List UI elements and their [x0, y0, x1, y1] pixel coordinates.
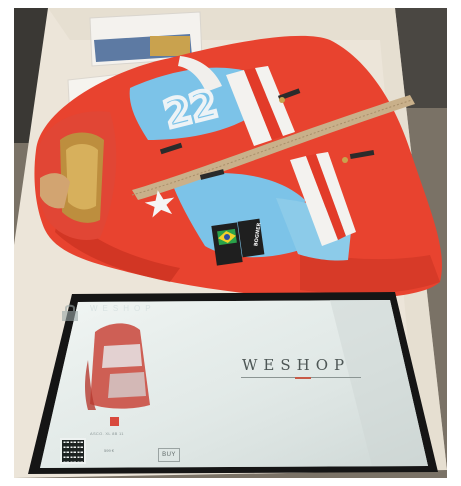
qr-code: [60, 438, 86, 464]
color-swatch[interactable]: [110, 417, 119, 426]
logo-accent-mark: [295, 377, 311, 379]
tablet-app-screen: WESHOP WESHOP ASCO. XL 8B 11 599 € BUY: [60, 304, 428, 466]
app-logo: WESHOP: [242, 356, 351, 374]
photo-scene: 22 BOGNER WESHOP WESHOP ASCO. XL 8B 11 5…: [0, 0, 461, 486]
product-code: ASCO. XL 8B 11: [90, 431, 124, 436]
buy-button[interactable]: BUY: [158, 448, 180, 462]
app-logo-small: WESHOP: [90, 304, 156, 313]
price-label: 599 €: [104, 448, 115, 453]
lock-icon: [62, 304, 78, 321]
